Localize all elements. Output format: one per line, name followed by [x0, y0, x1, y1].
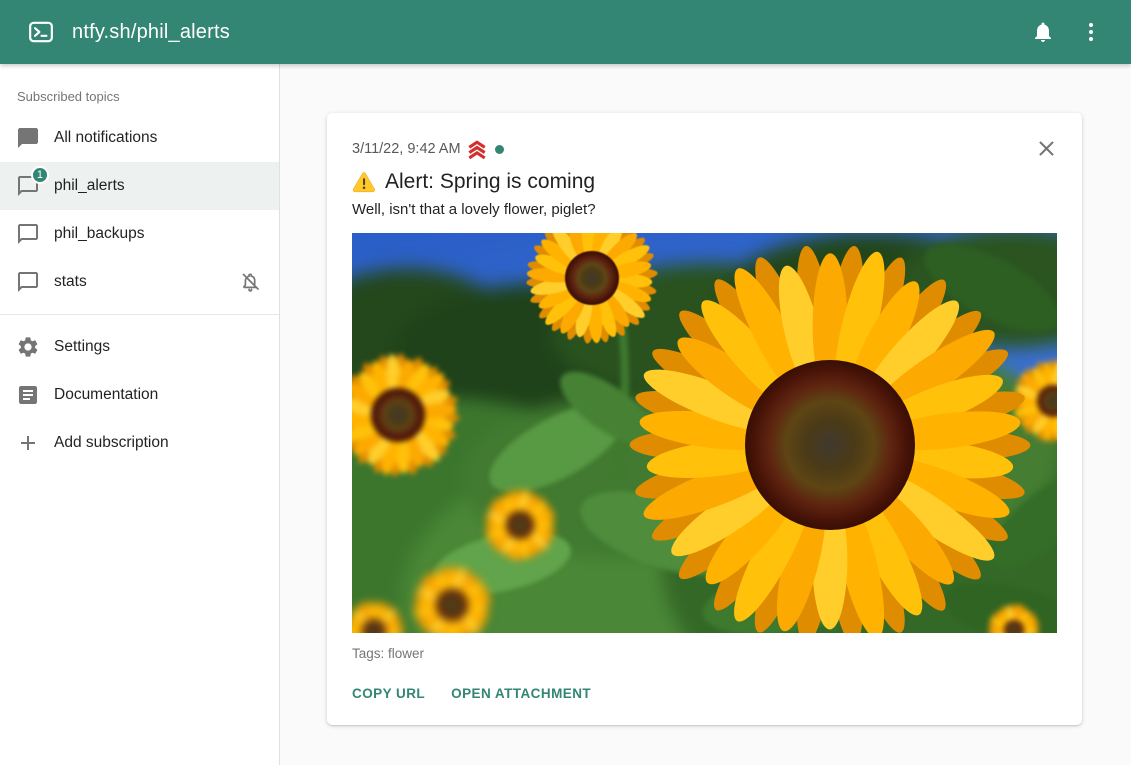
article-icon: [16, 383, 40, 407]
sidebar: Subscribed topics All notifications 1 ph…: [0, 64, 280, 765]
notification-title-row: Alert: Spring is coming: [352, 170, 1057, 194]
subscribed-topics-label: Subscribed topics: [0, 64, 279, 114]
sidebar-item-label: phil_alerts: [54, 177, 125, 195]
sidebar-divider: [0, 314, 279, 315]
chat-bubble-outline-icon: [16, 222, 40, 246]
dots-vertical-menu-icon: [1079, 20, 1103, 44]
chat-bubble-filled-icon: [16, 126, 40, 150]
tags-label: Tags: flower: [352, 646, 1057, 661]
notification-actions: COPY URL OPEN ATTACHMENT: [352, 684, 1057, 703]
app-title: ntfy.sh/phil_alerts: [72, 21, 230, 44]
main-content: 3/11/22, 9:42 AM: [280, 64, 1131, 765]
notification-timestamp: 3/11/22, 9:42 AM: [352, 141, 461, 157]
sidebar-item-all-notifications[interactable]: All notifications: [0, 114, 279, 162]
notification-title: Alert: Spring is coming: [385, 170, 595, 194]
triple-chevron-up-icon: [466, 138, 488, 160]
notification-body: Well, isn't that a lovely flower, piglet…: [352, 201, 1057, 218]
sidebar-item-label: Add subscription: [54, 434, 169, 452]
notification-card: 3/11/22, 9:42 AM: [327, 113, 1082, 725]
chat-bubble-outline-icon: 1: [16, 174, 40, 198]
terminal-logo-icon: [28, 19, 54, 45]
app-bar: ntfy.sh/phil_alerts: [0, 0, 1131, 64]
overflow-menu-button[interactable]: [1067, 8, 1115, 56]
copy-url-button[interactable]: COPY URL: [352, 684, 425, 703]
sidebar-item-add-subscription[interactable]: Add subscription: [0, 419, 279, 467]
attachment-image-sunflowers[interactable]: [352, 233, 1057, 633]
sidebar-item-documentation[interactable]: Documentation: [0, 371, 279, 419]
open-attachment-button[interactable]: OPEN ATTACHMENT: [451, 684, 591, 703]
bell-off-icon: [239, 270, 263, 294]
notifications-bell-button[interactable]: [1019, 8, 1067, 56]
close-icon: [1034, 149, 1059, 164]
sidebar-item-phil-alerts[interactable]: 1 phil_alerts: [0, 162, 279, 210]
sidebar-item-label: Settings: [54, 338, 110, 356]
gear-icon: [16, 335, 40, 359]
notification-meta-row: 3/11/22, 9:42 AM: [352, 138, 1057, 160]
sidebar-item-settings[interactable]: Settings: [0, 323, 279, 371]
unread-count-badge: 1: [31, 166, 49, 184]
sidebar-item-label: All notifications: [54, 129, 157, 147]
plus-icon: [16, 431, 40, 455]
sidebar-item-label: Documentation: [54, 386, 158, 404]
chat-bubble-outline-icon: [16, 270, 40, 294]
bell-icon: [1031, 20, 1055, 44]
close-notification-button[interactable]: [1033, 136, 1059, 162]
sidebar-item-label: stats: [54, 273, 87, 291]
green-dot: [495, 145, 504, 154]
sidebar-item-label: phil_backups: [54, 225, 144, 243]
sidebar-item-phil-backups[interactable]: phil_backups: [0, 210, 279, 258]
sidebar-item-stats[interactable]: stats: [0, 258, 279, 306]
warning-triangle-icon: [352, 170, 376, 194]
